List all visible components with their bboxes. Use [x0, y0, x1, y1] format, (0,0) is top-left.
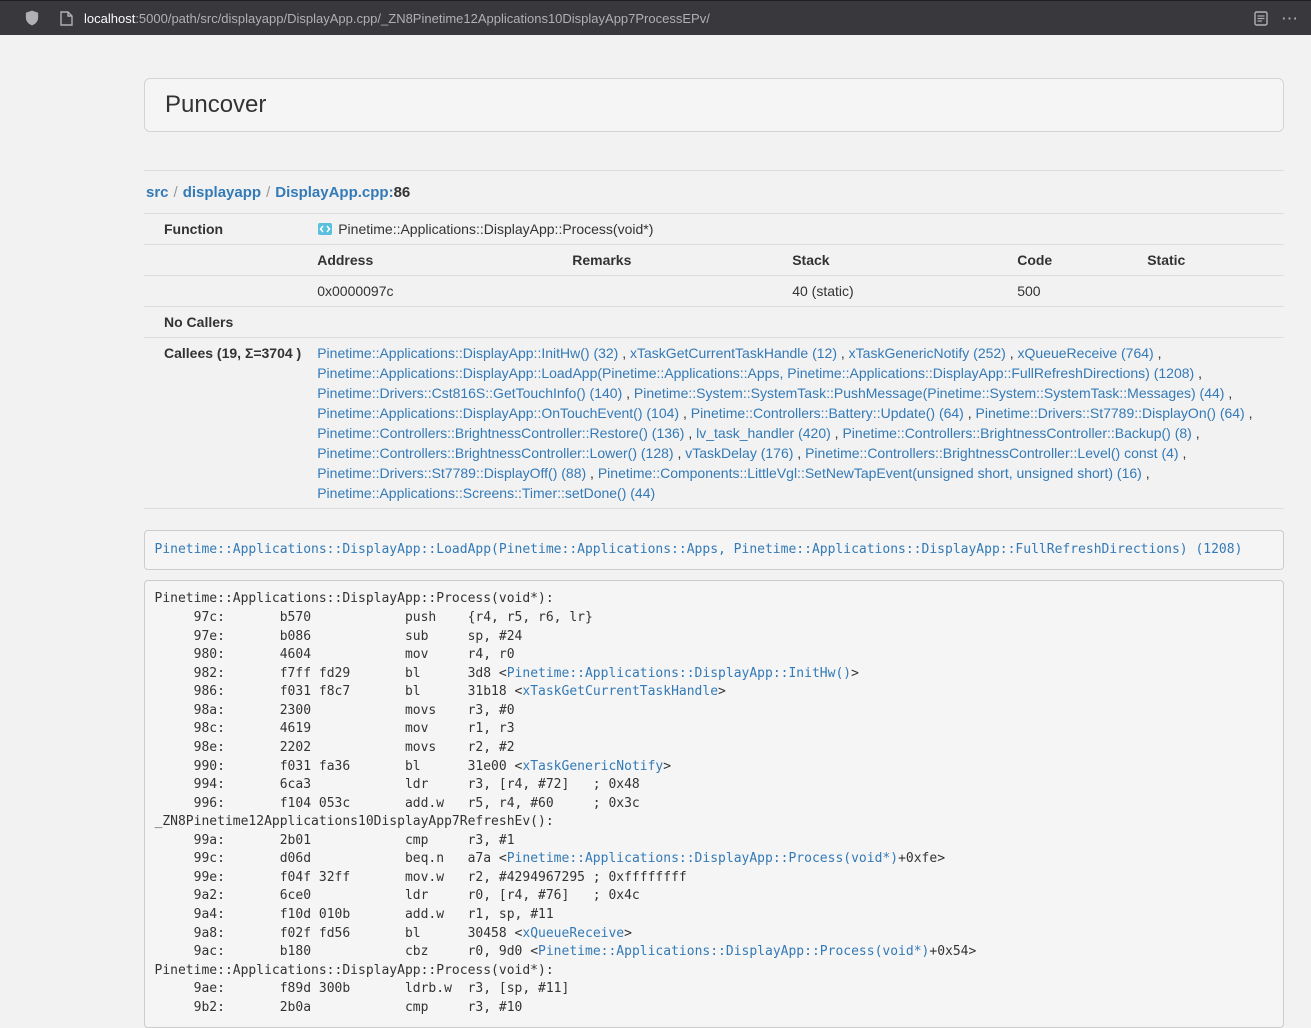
tracking-protection-shield-icon[interactable] — [22, 8, 42, 28]
callee-link[interactable]: Pinetime::Applications::DisplayApp::Load… — [317, 365, 1194, 381]
breadcrumb-file-link[interactable]: DisplayApp.cpp: — [275, 184, 393, 201]
column-header-remarks: Remarks — [564, 245, 784, 276]
browser-url-bar: localhost:5000/path/src/displayapp/Displ… — [0, 0, 1311, 35]
address-data-row: 0x0000097c 40 (static) 500 — [144, 276, 1284, 307]
function-icon — [317, 219, 333, 239]
page-title-box: Puncover — [144, 78, 1284, 132]
callees-label: Callees (19, Σ=3704 ) — [144, 338, 309, 509]
callee-link[interactable]: vTaskDelay (176) — [685, 445, 793, 461]
breadcrumb-separator: / — [169, 184, 183, 201]
callees-list: Pinetime::Applications::DisplayApp::Init… — [309, 338, 1284, 509]
function-name: Pinetime::Applications::DisplayApp::Proc… — [338, 219, 653, 239]
column-header-code: Code — [1009, 245, 1139, 276]
page-title: Puncover — [165, 92, 1263, 118]
no-callers-label: No Callers — [144, 307, 309, 338]
breadcrumb-dir-link[interactable]: displayapp — [183, 184, 261, 201]
current-symbol-panel: Pinetime::Applications::DisplayApp::Load… — [144, 530, 1284, 570]
address-header-row: Address Remarks Stack Code Static — [144, 245, 1284, 276]
callee-link[interactable]: Pinetime::Controllers::Battery::Update()… — [691, 405, 964, 421]
breadcrumb-line-number: 86 — [394, 184, 411, 201]
current-symbol-link[interactable]: Pinetime::Applications::DisplayApp::Load… — [155, 542, 1243, 557]
assembly-symbol-link[interactable]: xTaskGetCurrentTaskHandle — [522, 684, 718, 699]
callee-link[interactable]: Pinetime::Drivers::St7789::DisplayOff() … — [317, 465, 586, 481]
page-container: Puncover src/displayapp/DisplayApp.cpp:8… — [144, 35, 1284, 1028]
callee-link[interactable]: xTaskGetCurrentTaskHandle (12) — [630, 345, 837, 361]
function-label: Function — [144, 214, 309, 245]
reader-view-icon[interactable] — [1251, 8, 1271, 28]
no-callers-row: No Callers — [144, 307, 1284, 338]
assembly-symbol-link[interactable]: Pinetime::Applications::DisplayApp::Proc… — [507, 851, 898, 866]
callee-link[interactable]: lv_task_handler (420) — [696, 425, 831, 441]
code-size-value: 500 — [1009, 276, 1139, 307]
callee-link[interactable]: xQueueReceive (764) — [1018, 345, 1154, 361]
breadcrumb: src/displayapp/DisplayApp.cpp:86 — [144, 171, 1284, 213]
callees-row: Callees (19, Σ=3704 ) Pinetime::Applicat… — [144, 338, 1284, 509]
column-header-stack: Stack — [784, 245, 1009, 276]
static-size-value — [1139, 276, 1284, 307]
address-bar[interactable]: localhost:5000/path/src/displayapp/Displ… — [50, 4, 1243, 32]
symbol-detail-table: Function Pinetime::Applications::Display… — [144, 213, 1284, 509]
assembly-symbol-link[interactable]: xTaskGenericNotify — [522, 759, 663, 774]
callee-link[interactable]: Pinetime::Controllers::BrightnessControl… — [317, 445, 673, 461]
callee-link[interactable]: Pinetime::Drivers::St7789::DisplayOn() (… — [976, 405, 1245, 421]
function-row: Function Pinetime::Applications::Display… — [144, 214, 1284, 245]
callee-link[interactable]: Pinetime::Drivers::Cst816S::GetTouchInfo… — [317, 385, 622, 401]
callee-link[interactable]: Pinetime::Components::LittleVgl::SetNewT… — [598, 465, 1142, 481]
overflow-menu-icon[interactable]: ⋯ — [1281, 10, 1299, 27]
stack-value: 40 (static) — [784, 276, 1009, 307]
remarks-value — [564, 276, 784, 307]
callee-link[interactable]: Pinetime::System::SystemTask::PushMessag… — [634, 385, 1225, 401]
url-text: localhost:5000/path/src/displayapp/Displ… — [84, 11, 710, 26]
url-host: localhost — [84, 11, 135, 26]
callee-link[interactable]: Pinetime::Applications::Screens::Timer::… — [317, 485, 655, 501]
page-document-icon — [56, 8, 76, 28]
assembly-symbol-link[interactable]: Pinetime::Applications::DisplayApp::Proc… — [538, 944, 929, 959]
callee-link[interactable]: Pinetime::Applications::DisplayApp::Init… — [317, 345, 618, 361]
assembly-symbol-link[interactable]: xQueueReceive — [522, 926, 624, 941]
callee-link[interactable]: Pinetime::Controllers::BrightnessControl… — [842, 425, 1191, 441]
callee-link[interactable]: Pinetime::Applications::DisplayApp::OnTo… — [317, 405, 679, 421]
address-value: 0x0000097c — [309, 276, 564, 307]
callee-link[interactable]: Pinetime::Controllers::BrightnessControl… — [317, 425, 684, 441]
url-path: :5000/path/src/displayapp/DisplayApp.cpp… — [135, 11, 710, 26]
column-header-address: Address — [309, 245, 564, 276]
column-header-static: Static — [1139, 245, 1284, 276]
breadcrumb-separator: / — [261, 184, 275, 201]
disassembly-listing: Pinetime::Applications::DisplayApp::Proc… — [144, 580, 1284, 1028]
breadcrumb-src-link[interactable]: src — [146, 184, 169, 201]
callee-link[interactable]: Pinetime::Controllers::BrightnessControl… — [805, 445, 1178, 461]
assembly-symbol-link[interactable]: Pinetime::Applications::DisplayApp::Init… — [507, 666, 851, 681]
callee-link[interactable]: xTaskGenericNotify (252) — [849, 345, 1006, 361]
